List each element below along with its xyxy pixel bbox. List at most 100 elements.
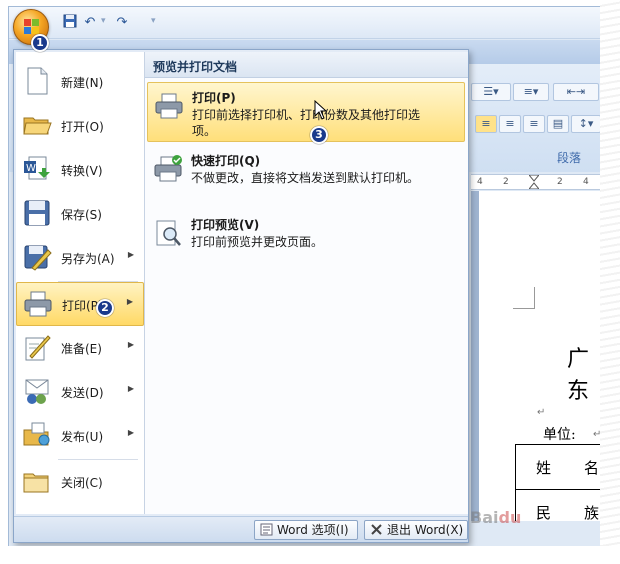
menu-item-label: 保存(S) [61,208,102,222]
menu-item-save-as[interactable]: 另存为(A) ▶ [16,236,144,280]
menu-item-label: 关闭(C) [61,476,103,490]
menu-item-label: 转换(V) [61,164,103,178]
paragraph-group-label: 段落 [557,151,582,165]
new-document-icon [22,66,52,96]
align-center-icon[interactable]: ≡ [475,115,497,133]
publish-icon [22,420,52,450]
menu-item-print[interactable]: 打印(P) ▶ [16,282,144,326]
document-page[interactable]: 广东 ↵ 单位: ↵ 姓 名 民 族 [479,191,601,521]
menu-item-convert[interactable]: W 转换(V) [16,148,144,192]
bullets-icon[interactable]: ☰▾ [471,83,511,101]
submenu-arrow-icon: ▶ [127,250,134,259]
save-disk-icon [22,198,52,228]
word-options-button[interactable]: Word 选项(I) [254,520,358,540]
ruler-tick: 4 [583,177,589,187]
table-cell: 民 [536,504,552,521]
step-badge-1: 1 [31,34,49,52]
submenu-item-print-preview[interactable]: 打印预览(V) 打印前预览并更改页面。 [147,210,465,270]
menu-item-open[interactable]: 打开(O) [16,104,144,148]
exit-word-button[interactable]: 退出 Word(X) [364,520,468,540]
submenu-arrow-icon: ▶ [127,428,134,437]
step-badge-3: 3 [310,126,328,144]
unit-label: 单位: [543,427,576,443]
open-folder-icon [22,110,52,140]
redo-icon[interactable]: ↷ [113,14,131,32]
document-title: 广东 [567,347,590,404]
submenu-arrow-icon: ▶ [127,384,134,393]
ruler-tick: 2 [557,177,563,187]
undo-dropdown-icon[interactable]: ▾ [101,16,106,26]
print-submenu: 预览并打印文档 打印(P) 打印前选择打印机、打印份数及其他打印选项。 快速打印… [144,52,468,514]
prepare-icon [22,332,52,362]
save-as-icon [22,242,52,272]
torn-edge-decoration [600,0,620,564]
close-folder-icon [22,466,52,496]
convert-icon: W [22,154,52,184]
align-right-icon[interactable]: ≡ [499,115,521,133]
table-row: 姓 名 [516,445,601,490]
menu-item-label: 发送(D) [61,386,104,400]
menu-item-send[interactable]: 发送(D) ▶ [16,370,144,414]
table-cell: 名 [584,459,600,477]
menu-item-label: 发布(U) [61,430,104,444]
menu-item-label: 打开(O) [61,120,104,134]
customize-qat-icon[interactable]: ▾ [151,16,156,26]
line-spacing-icon[interactable]: ↕▾ [571,115,601,133]
paragraph-mark: ↵ [537,407,546,418]
indent-icon[interactable]: ⇤⇥ [553,83,599,101]
submenu-item-quick-print[interactable]: 快速打印(Q) 不做更改，直接将文档发送到默认打印机。 [147,146,465,206]
word-window: ↶ ▾ ↷ ▾ ☰▾ ≡▾ ⇤⇥ ≡ ≡ ≡ ▤ ↕▾ 段落 4 2 2 4 广… [8,6,602,548]
menu-item-label: 新建(N) [61,76,104,90]
table-cell: 族 [584,504,600,521]
print-preview-icon [153,218,183,248]
svg-text:W: W [26,163,36,174]
submenu-title: 预览并打印文档 [153,60,238,74]
submenu-item-title: 打印预览(V) [191,218,260,232]
exit-word-label: 退出 Word(X) [387,523,464,537]
send-icon [22,376,52,406]
horizontal-ruler: 4 2 2 4 [471,174,601,192]
justify-icon[interactable]: ≡ [523,115,545,133]
options-icon [260,523,273,536]
menu-item-close[interactable]: 关闭(C) [16,460,144,504]
numbering-icon[interactable]: ≡▾ [513,83,549,101]
menu-item-new[interactable]: 新建(N) [16,60,144,104]
document-table: 姓 名 民 族 [515,444,601,521]
submenu-item-description: 打印前预览并更改页面。 [191,235,324,249]
distributed-icon[interactable]: ▤ [547,115,569,133]
menu-item-publish[interactable]: 发布(U) ▶ [16,414,144,458]
step-badge-2: 2 [96,299,114,317]
save-icon[interactable] [61,14,79,32]
office-menu-footer: Word 选项(I) 退出 Word(X) [14,516,468,542]
ruler-tick: 2 [503,177,509,187]
torn-edge-decoration [0,546,620,564]
exit-icon [370,523,383,536]
submenu-arrow-icon: ▶ [126,297,133,306]
menu-item-prepare[interactable]: 准备(E) ▶ [16,326,144,370]
submenu-header: 预览并打印文档 [145,52,468,78]
table-row: 民 族 [516,490,601,521]
submenu-item-description: 不做更改，直接将文档发送到默认打印机。 [191,171,420,185]
quick-access-toolbar: ↶ ▾ ↷ ▾ [9,7,601,39]
table-cell: 姓 [536,459,552,477]
office-menu-commands: 新建(N) 打开(O) W 转换(V) 保存(S) 另存为(A) ▶ 打印(P)… [16,52,144,514]
submenu-item-title: 打印(P) [192,91,236,105]
office-menu: 新建(N) 打开(O) W 转换(V) 保存(S) 另存为(A) ▶ 打印(P)… [13,49,469,543]
margin-mark [513,287,535,309]
submenu-item-print[interactable]: 打印(P) 打印前选择打印机、打印份数及其他打印选项。 [147,82,465,142]
mouse-cursor-icon [314,99,328,120]
menu-item-label: 另存为(A) [61,252,115,266]
submenu-item-title: 快速打印(Q) [191,154,261,168]
quick-print-icon [153,154,183,184]
indent-marker-icon[interactable] [527,174,541,192]
office-logo-icon [24,19,40,35]
word-options-label: Word 选项(I) [277,523,349,537]
printer-icon [23,289,53,319]
menu-item-label: 准备(E) [61,342,102,356]
ruler-tick: 4 [477,177,483,187]
menu-item-save[interactable]: 保存(S) [16,192,144,236]
printer-icon [154,91,184,121]
undo-icon[interactable]: ↶ [81,14,99,32]
baidu-watermark: Baidu [470,508,522,527]
submenu-arrow-icon: ▶ [127,340,134,349]
